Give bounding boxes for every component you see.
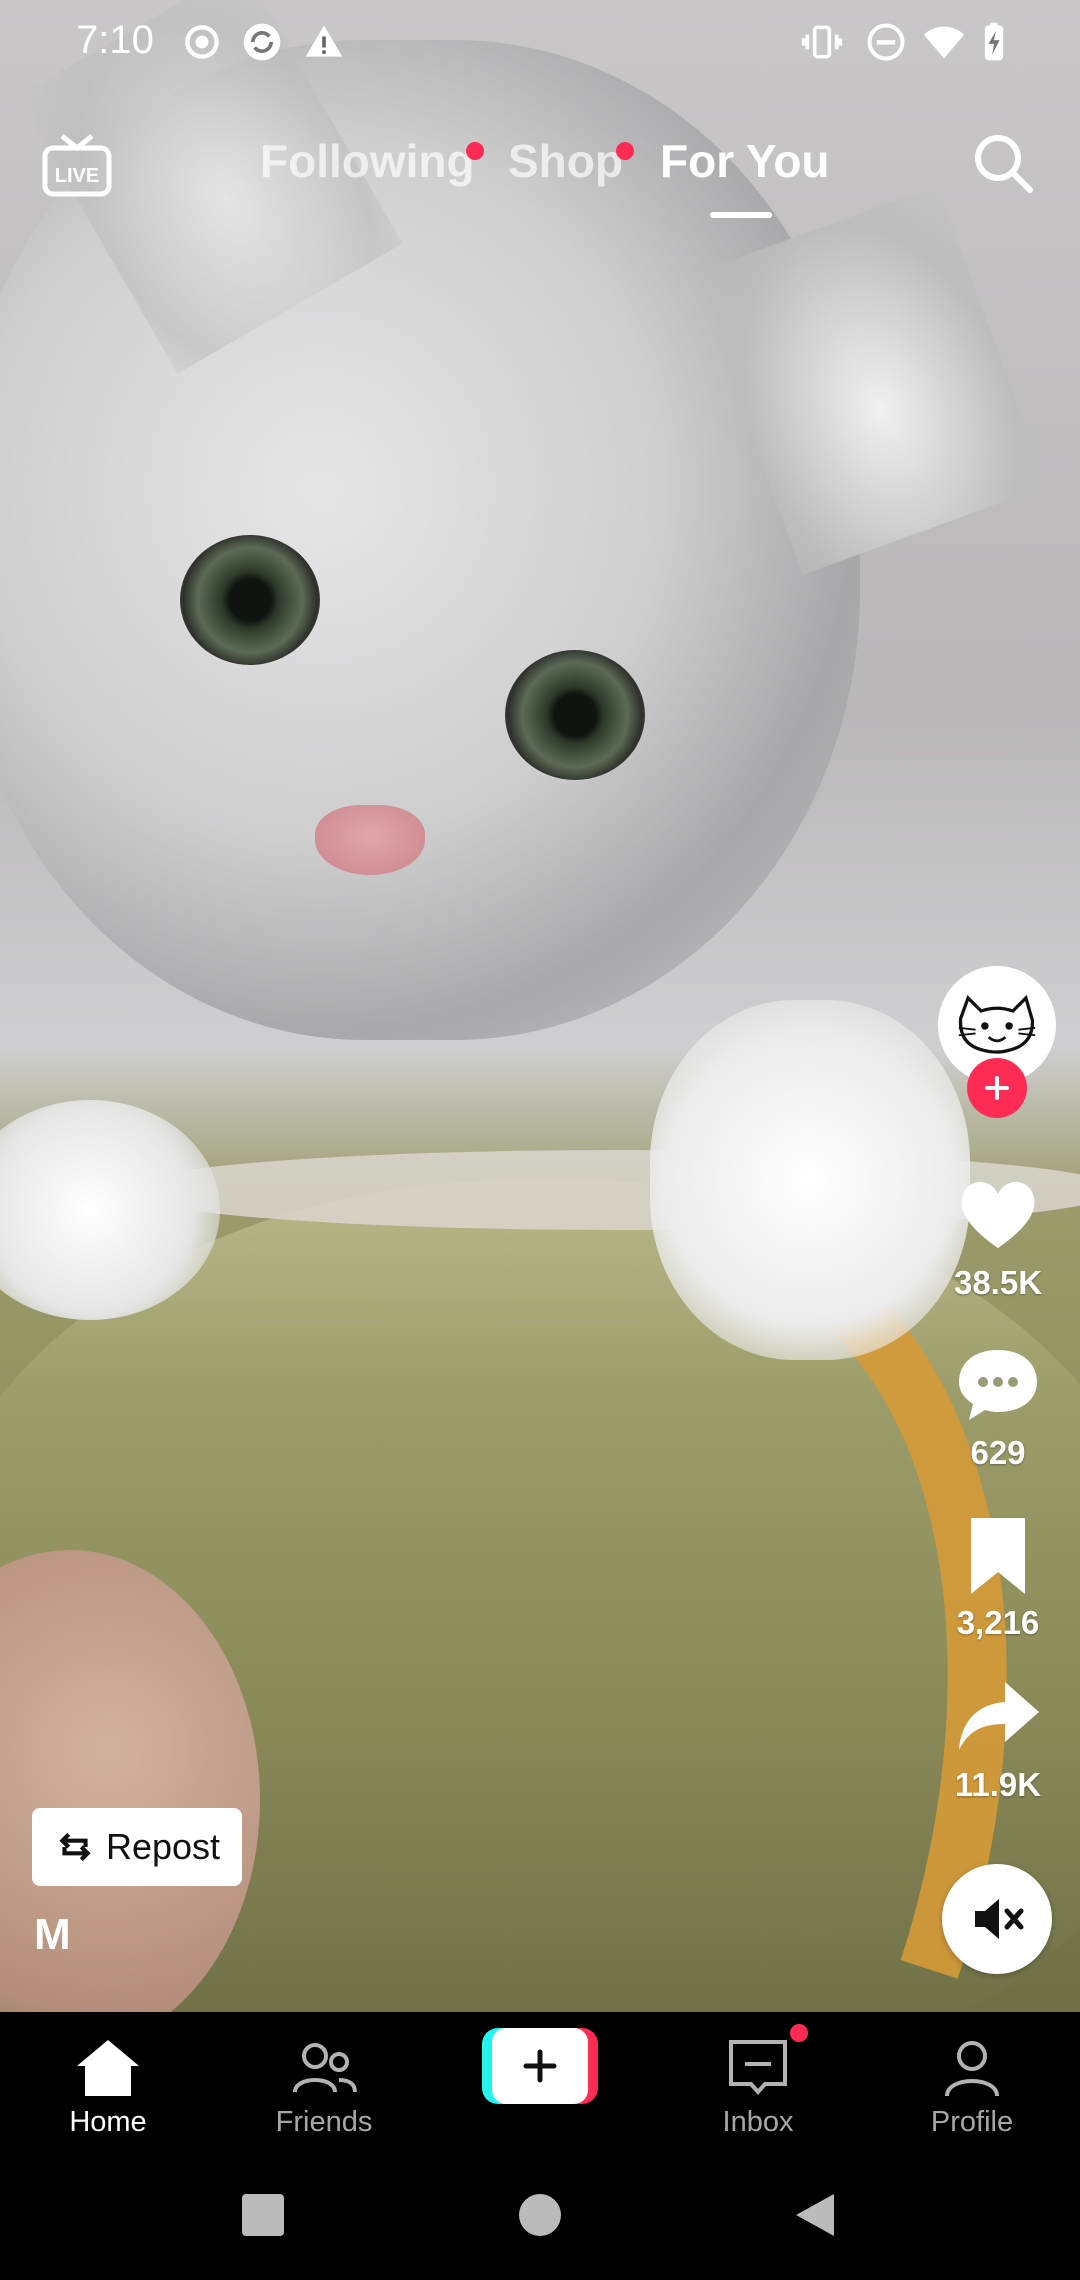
warning-icon — [302, 20, 346, 64]
status-bar: 7:10 — [0, 0, 1080, 86]
nav-profile-label: Profile — [930, 2106, 1014, 2138]
friends-icon — [289, 2032, 359, 2102]
nav-home[interactable]: Home — [8, 2032, 208, 2139]
kitten-paw — [650, 1000, 970, 1360]
search-icon[interactable] — [970, 130, 1036, 196]
share-count: 11.9K — [954, 1766, 1042, 1803]
dnd-icon — [864, 20, 908, 64]
inbox-badge — [790, 2024, 808, 2042]
comment-count: 629 — [970, 1434, 1026, 1471]
back-button[interactable] — [790, 2190, 840, 2240]
create-button[interactable] — [482, 2028, 598, 2104]
inbox-icon — [723, 2032, 793, 2102]
profile-icon — [937, 2032, 1007, 2102]
nav-profile[interactable]: Profile — [872, 2032, 1072, 2139]
nav-friends[interactable]: Friends — [224, 2032, 424, 2139]
save-count: 3,216 — [956, 1604, 1040, 1641]
nav-friends-label: Friends — [275, 2106, 373, 2138]
battery-icon — [972, 20, 1016, 64]
repost-button[interactable]: Repost — [32, 1808, 242, 1886]
system-navigation — [0, 2170, 1080, 2260]
author-initial[interactable]: M — [34, 1910, 71, 1960]
repost-label: Repost — [105, 1826, 221, 1867]
top-nav: LIVE Following Shop For You — [0, 120, 1080, 230]
heart-icon — [953, 1170, 1043, 1260]
mute-button[interactable] — [942, 1864, 1052, 1974]
speaker-muted-icon — [975, 1899, 1024, 1939]
home-system-button[interactable] — [515, 2190, 565, 2240]
share-icon — [953, 1672, 1043, 1762]
wifi-icon — [922, 20, 966, 64]
comment-action[interactable]: 629 — [938, 1340, 1058, 1472]
follow-button[interactable] — [967, 1058, 1027, 1118]
repost-icon — [59, 1832, 91, 1862]
share-action[interactable]: 11.9K — [938, 1672, 1058, 1804]
video-content[interactable] — [0, 0, 1080, 2012]
like-count: 38.5K — [953, 1264, 1043, 1301]
kitten-nose — [315, 805, 425, 875]
kitten-eye — [180, 535, 320, 665]
record-icon — [180, 20, 224, 64]
nav-home-label: Home — [69, 2106, 147, 2138]
tab-shop[interactable]: Shop — [508, 134, 623, 188]
active-tab-indicator — [710, 212, 772, 218]
shop-badge — [616, 142, 634, 160]
feed-tabs: Following Shop For You — [0, 134, 1080, 204]
kitten-eye — [505, 650, 645, 780]
status-time: 7:10 — [76, 18, 154, 62]
home-icon — [73, 2032, 143, 2102]
recents-button[interactable] — [238, 2190, 288, 2240]
comment-icon — [953, 1340, 1043, 1430]
create-icon — [492, 2028, 588, 2104]
save-action[interactable]: 3,216 — [938, 1510, 1058, 1642]
plus-icon — [985, 1076, 1009, 1100]
tab-for-you[interactable]: For You — [660, 134, 830, 188]
following-badge — [466, 142, 484, 160]
nav-inbox-label: Inbox — [722, 2106, 794, 2138]
vibrate-icon — [800, 20, 844, 64]
sync-icon — [240, 20, 284, 64]
bookmark-icon — [953, 1510, 1043, 1600]
like-action[interactable]: 38.5K — [938, 1170, 1058, 1302]
nav-inbox[interactable]: Inbox — [658, 2032, 858, 2139]
tab-following[interactable]: Following — [260, 134, 475, 188]
